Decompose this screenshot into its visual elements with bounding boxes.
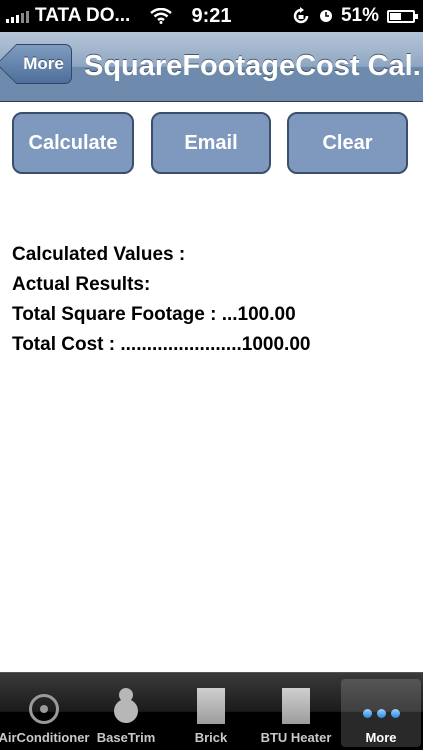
tab-label: AirConditioner <box>0 730 90 745</box>
navigation-bar: More SquareFootageCost Cal... <box>0 32 423 102</box>
clear-button[interactable]: Clear <box>287 112 408 174</box>
brick-icon <box>197 688 225 724</box>
calculate-button[interactable]: Calculate <box>12 112 134 174</box>
results-heading: Calculated Values : <box>12 244 186 265</box>
tab-btu-heater[interactable]: BTU Heater <box>256 679 336 747</box>
btu-heater-icon <box>282 688 310 724</box>
status-bar: TATA DO... 9:21 51% <box>0 0 423 32</box>
page-title: SquareFootageCost Cal... <box>84 50 420 82</box>
status-right-group: 51% <box>291 0 418 32</box>
results-panel: Calculated Values : Actual Results: Tota… <box>12 240 412 360</box>
tab-label: More <box>365 730 397 745</box>
alarm-clock-icon <box>319 10 332 22</box>
tab-air-conditioner[interactable]: AirConditioner <box>0 679 90 747</box>
results-subheading: Actual Results: <box>12 274 151 295</box>
more-icon <box>362 709 400 718</box>
battery-percent: 51% <box>340 5 379 26</box>
tab-more[interactable]: More <box>341 679 421 747</box>
air-conditioner-icon <box>29 694 59 724</box>
base-trim-icon <box>112 688 140 724</box>
tab-brick[interactable]: Brick <box>171 679 251 747</box>
rotation-lock-icon <box>293 7 309 24</box>
battery-icon <box>387 9 418 23</box>
tab-bar: AirConditioner BaseTrim Brick BTU Heater… <box>0 672 423 750</box>
total-cost: Total Cost : .......................1000… <box>12 334 311 355</box>
back-button[interactable]: More <box>16 44 72 84</box>
total-square-footage: Total Square Footage : ...100.00 <box>12 304 296 325</box>
tab-base-trim[interactable]: BaseTrim <box>86 679 166 747</box>
back-button-wrap: More <box>0 32 90 102</box>
tab-label: BaseTrim <box>96 730 156 745</box>
battery-fill <box>390 12 402 20</box>
email-button[interactable]: Email <box>151 112 271 174</box>
tab-label: Brick <box>194 730 228 745</box>
tab-label: BTU Heater <box>260 730 332 745</box>
